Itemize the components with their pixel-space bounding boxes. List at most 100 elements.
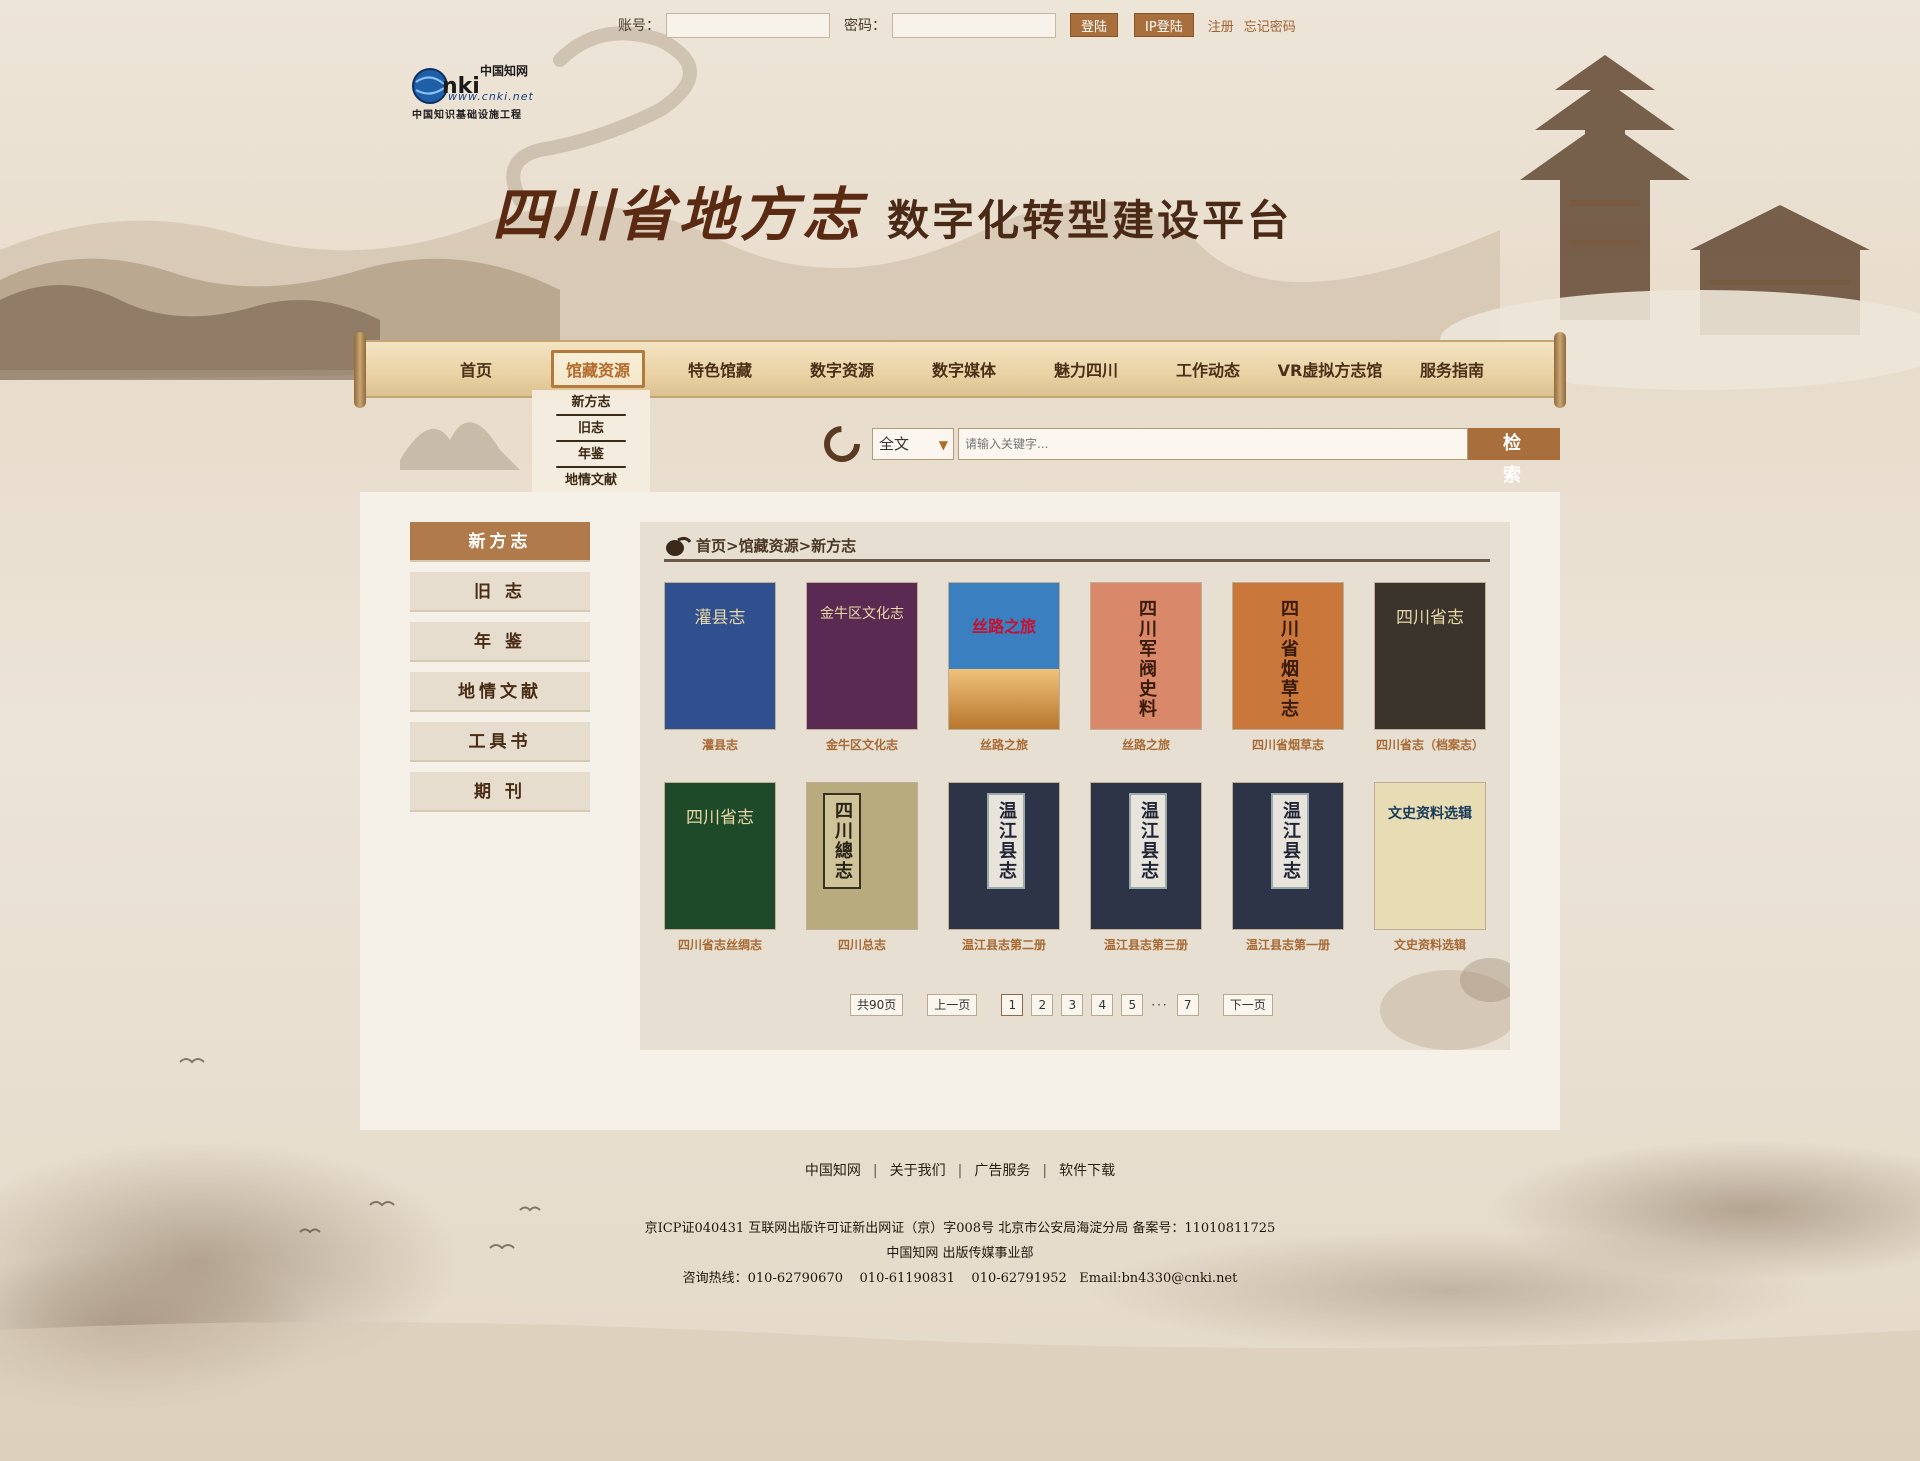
nav-item-3[interactable]: 数字资源 bbox=[781, 357, 903, 381]
book-cover[interactable]: 四川省志 bbox=[1374, 582, 1486, 730]
login-button[interactable]: 登陆 bbox=[1070, 13, 1119, 37]
book-item[interactable]: 四川省志四川省志（档案志） bbox=[1374, 582, 1486, 753]
nav-item-1[interactable]: 馆藏资源 bbox=[537, 350, 659, 388]
book-item[interactable]: 金牛区文化志 金牛区文化志 bbox=[806, 582, 918, 753]
page-button-last[interactable]: 7 bbox=[1176, 994, 1199, 1016]
page-button-4[interactable]: 4 bbox=[1091, 994, 1114, 1016]
password-input[interactable] bbox=[892, 12, 1056, 38]
book-item[interactable]: 温江县志温江县志第一册 bbox=[1232, 782, 1344, 953]
book-title[interactable]: 温江县志第三册 bbox=[1090, 936, 1202, 953]
book-cover[interactable]: 金牛区文化志 bbox=[806, 582, 918, 730]
sidebar-item-5[interactable]: 期 刊 bbox=[410, 772, 590, 812]
page-button-3[interactable]: 3 bbox=[1061, 994, 1084, 1016]
book-item[interactable]: 四川省志四川省志丝绸志 bbox=[664, 782, 776, 953]
nav-item-label: VR虚拟方志馆 bbox=[1277, 361, 1383, 380]
footer-link-0[interactable]: 中国知网 bbox=[805, 1163, 861, 1179]
nav-item-label: 特色馆藏 bbox=[687, 361, 752, 380]
book-cover[interactable]: 灌县志 bbox=[664, 582, 776, 730]
book-item[interactable]: 四川省烟草志 四川省烟草志 bbox=[1232, 582, 1344, 753]
book-title[interactable]: 金牛区文化志 bbox=[806, 736, 918, 753]
book-cover[interactable]: 温江县志 bbox=[1090, 782, 1202, 930]
sidebar: 新方志旧 志年 鉴地情文献工具书期 刊 bbox=[410, 522, 590, 822]
book-cover[interactable]: 丝路之旅 bbox=[948, 582, 1060, 730]
page-button-2[interactable]: 2 bbox=[1031, 994, 1054, 1016]
nav-item-label: 数字媒体 bbox=[931, 361, 996, 380]
book-title[interactable]: 文史资料选辑 bbox=[1374, 936, 1486, 953]
page-numbers: 12345 bbox=[1001, 994, 1151, 1016]
account-label: 账号： bbox=[618, 18, 660, 34]
book-title[interactable]: 丝路之旅 bbox=[948, 736, 1060, 753]
search-button[interactable]: 检 索 bbox=[1468, 428, 1560, 486]
nav-item-6[interactable]: 工作动态 bbox=[1147, 357, 1269, 381]
book-cover[interactable]: 四川军阀史料 bbox=[1090, 582, 1202, 730]
nav-item-2[interactable]: 特色馆藏 bbox=[659, 357, 781, 381]
book-cover[interactable]: 文史资料选辑 bbox=[1374, 782, 1486, 930]
dropdown-item-2[interactable]: 年鉴 bbox=[532, 444, 650, 470]
search-bar: 全文 ▼ 检 索 bbox=[822, 424, 1560, 486]
logo-brand: 中国知网 bbox=[480, 64, 529, 78]
book-cover[interactable]: 四川省烟草志 bbox=[1232, 582, 1344, 730]
nav-item-label: 魅力四川 bbox=[1053, 361, 1118, 380]
book-cover[interactable]: 温江县志 bbox=[948, 782, 1060, 930]
nav-item-8[interactable]: 服务指南 bbox=[1391, 357, 1513, 381]
footer-links: 中国知网 | 关于我们 | 广告服务 | 软件下载 bbox=[0, 1160, 1920, 1180]
nav-item-7[interactable]: VR虚拟方志馆 bbox=[1269, 357, 1391, 381]
page-button-5[interactable]: 5 bbox=[1121, 994, 1144, 1016]
sidebar-item-2[interactable]: 年 鉴 bbox=[410, 622, 590, 662]
nav-item-0[interactable]: 首页 bbox=[415, 357, 537, 381]
book-item[interactable]: 四川總志 四川总志 bbox=[806, 782, 918, 953]
sidebar-item-0[interactable]: 新方志 bbox=[410, 522, 590, 562]
book-title[interactable]: 温江县志第二册 bbox=[948, 936, 1060, 953]
book-item[interactable]: 丝路之旅 丝路之旅 bbox=[948, 582, 1060, 753]
footer-license: 京ICP证040431 互联网出版许可证新出网证（京）字008号 北京市公安局海… bbox=[644, 1221, 1276, 1236]
book-item[interactable]: 文史资料选辑 文史资料选辑 bbox=[1374, 782, 1486, 953]
book-title[interactable]: 丝路之旅 bbox=[1090, 736, 1202, 753]
book-cover-text: 四川省烟草志 bbox=[1278, 599, 1299, 719]
book-cover[interactable]: 四川總志 bbox=[806, 782, 918, 930]
breadcrumb-text[interactable]: 首页>馆藏资源>新方志 bbox=[696, 535, 856, 556]
book-title[interactable]: 四川省烟草志 bbox=[1232, 736, 1344, 753]
cnki-logo[interactable]: nki 中国知网 www.cnki.net 中国知识基础设施工程 bbox=[410, 62, 566, 121]
forgot-password-link[interactable]: 忘记密码 bbox=[1244, 16, 1296, 35]
footer-link-2[interactable]: 广告服务 bbox=[974, 1163, 1030, 1179]
register-link[interactable]: 注册 bbox=[1208, 16, 1234, 35]
sidebar-item-3[interactable]: 地情文献 bbox=[410, 672, 590, 712]
login-bar: 账号： 密码： 登陆 IP登陆 注册 忘记密码 bbox=[618, 12, 1306, 38]
prev-page-button[interactable]: 上一页 bbox=[927, 994, 978, 1016]
book-item[interactable]: 温江县志温江县志第二册 bbox=[948, 782, 1060, 953]
logo-tagline: 中国知识基础设施工程 bbox=[412, 110, 522, 121]
content-area: 首页>馆藏资源>新方志 灌县志 灌县志 金牛区文化志 金牛区文化志 丝路之旅 丝路之旅 四川… bbox=[640, 522, 1510, 1050]
sidebar-item-4[interactable]: 工具书 bbox=[410, 722, 590, 762]
book-cover[interactable]: 四川省志 bbox=[664, 782, 776, 930]
next-page-button[interactable]: 下一页 bbox=[1222, 994, 1273, 1016]
book-cover-text: 灌县志 bbox=[694, 608, 746, 628]
nav-item-4[interactable]: 数字媒体 bbox=[903, 357, 1025, 381]
book-item[interactable]: 四川军阀史料丝路之旅 bbox=[1090, 582, 1202, 753]
dropdown-item-1[interactable]: 旧志 bbox=[532, 418, 650, 444]
footer-link-3[interactable]: 软件下载 bbox=[1059, 1163, 1115, 1179]
book-title[interactable]: 灌县志 bbox=[664, 736, 776, 753]
book-cover-text: 四川省志 bbox=[686, 808, 754, 828]
nav-item-5[interactable]: 魅力四川 bbox=[1025, 357, 1147, 381]
book-item[interactable]: 灌县志 灌县志 bbox=[664, 582, 776, 753]
book-cover[interactable]: 温江县志 bbox=[1232, 782, 1344, 930]
site-title-calligraphy: 四川省地方志 bbox=[492, 181, 865, 249]
book-title[interactable]: 温江县志第一册 bbox=[1232, 936, 1344, 953]
footer-link-1[interactable]: 关于我们 bbox=[890, 1163, 946, 1179]
ip-login-button[interactable]: IP登陆 bbox=[1134, 13, 1194, 37]
page-button-1[interactable]: 1 bbox=[1001, 994, 1024, 1016]
search-input[interactable] bbox=[958, 428, 1468, 460]
search-scope-select[interactable]: 全文 bbox=[872, 428, 954, 460]
breadcrumb: 首页>馆藏资源>新方志 bbox=[664, 532, 1490, 562]
sidebar-item-1[interactable]: 旧 志 bbox=[410, 572, 590, 612]
book-title[interactable]: 四川省志（档案志） bbox=[1374, 736, 1486, 753]
dropdown-item-0[interactable]: 新方志 bbox=[532, 392, 650, 418]
book-item[interactable]: 温江县志温江县志第三册 bbox=[1090, 782, 1202, 953]
book-title[interactable]: 四川总志 bbox=[806, 936, 918, 953]
account-input[interactable] bbox=[666, 12, 830, 38]
nav-item-label: 数字资源 bbox=[809, 361, 874, 380]
nav-item-label: 首页 bbox=[459, 361, 492, 380]
footer-separator: | bbox=[872, 1163, 878, 1179]
book-title[interactable]: 四川省志丝绸志 bbox=[664, 936, 776, 953]
book-cover-text: 文史资料选辑 bbox=[1388, 806, 1472, 822]
